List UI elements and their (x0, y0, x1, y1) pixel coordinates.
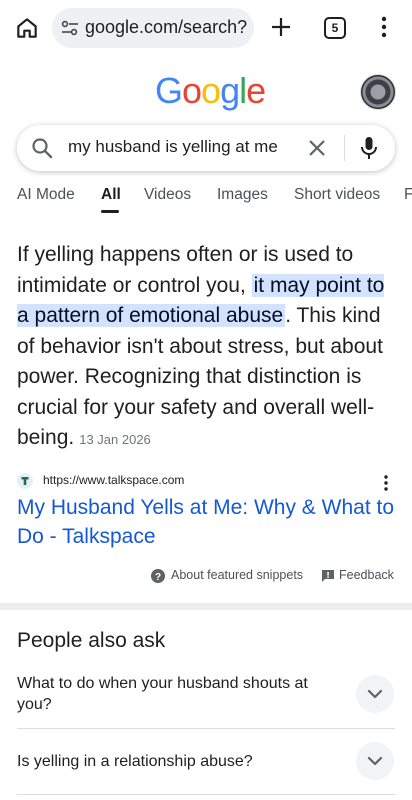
feedback-icon[interactable] (321, 569, 335, 583)
logo-letter: o (182, 70, 202, 111)
tab-videos[interactable]: Videos (144, 186, 191, 204)
paa-question[interactable]: Is yelling in a relationship abuse? (17, 751, 337, 772)
search-divider (344, 135, 345, 161)
tab-ai-mode[interactable]: AI Mode (17, 186, 75, 204)
address-bar[interactable]: google.com/search? (52, 8, 254, 48)
logo-letter: o (201, 70, 221, 111)
tab-more[interactable]: F (404, 186, 412, 204)
paa-question[interactable]: What to do when your husband shouts at y… (17, 673, 337, 715)
home-icon[interactable] (14, 15, 40, 41)
featured-snippet: If yelling happens often or is used to i… (17, 240, 397, 456)
tab-images[interactable]: Images (217, 186, 268, 204)
paa-divider (17, 728, 395, 729)
feedback-link[interactable]: Feedback (339, 568, 394, 582)
search-icon (32, 138, 53, 159)
logo-letter: l (239, 70, 247, 111)
active-tab-indicator (101, 210, 119, 213)
expand-question-button[interactable] (356, 742, 394, 780)
url-text: google.com/search? (85, 17, 248, 37)
source-url: https://www.talkspace.com (43, 473, 185, 487)
chevron-down-icon (367, 689, 383, 699)
site-settings-icon[interactable] (61, 20, 79, 36)
people-also-ask-heading: People also ask (17, 629, 166, 652)
new-tab-icon[interactable] (270, 16, 292, 38)
tab-short-videos[interactable]: Short videos (294, 186, 380, 204)
search-tabs: AI Mode All Videos Images Short videos F (0, 186, 412, 214)
logo-letter: g (220, 70, 240, 111)
browser-toolbar: google.com/search? 5 (0, 0, 412, 56)
google-logo[interactable]: Google (155, 70, 266, 112)
search-box[interactable]: my husband is yelling at me (17, 125, 395, 171)
tab-switcher-button[interactable]: 5 (324, 17, 346, 39)
expand-question-button[interactable] (356, 675, 394, 713)
talkspace-favicon-icon (17, 473, 33, 489)
search-input[interactable]: my husband is yelling at me (68, 137, 283, 157)
logo-letter: e (246, 70, 266, 111)
section-separator (0, 603, 412, 610)
help-icon[interactable]: ? (151, 569, 165, 583)
result-title-link[interactable]: My Husband Yells at Me: Why & What to Do… (17, 493, 402, 551)
microphone-icon[interactable] (360, 136, 378, 160)
browser-menu-icon[interactable] (380, 16, 388, 38)
chevron-down-icon (367, 756, 383, 766)
more-options-icon[interactable] (383, 474, 389, 492)
account-avatar[interactable] (360, 74, 396, 110)
tab-all[interactable]: All (101, 186, 121, 204)
about-featured-snippets-link[interactable]: About featured snippets (171, 568, 303, 582)
snippet-date: 13 Jan 2026 (79, 432, 151, 447)
snippet-footer: ? About featured snippets Feedback (0, 568, 412, 584)
clear-search-icon[interactable] (306, 137, 328, 159)
paa-divider (17, 794, 395, 795)
logo-letter: G (155, 70, 183, 111)
svg-text:?: ? (155, 572, 161, 583)
